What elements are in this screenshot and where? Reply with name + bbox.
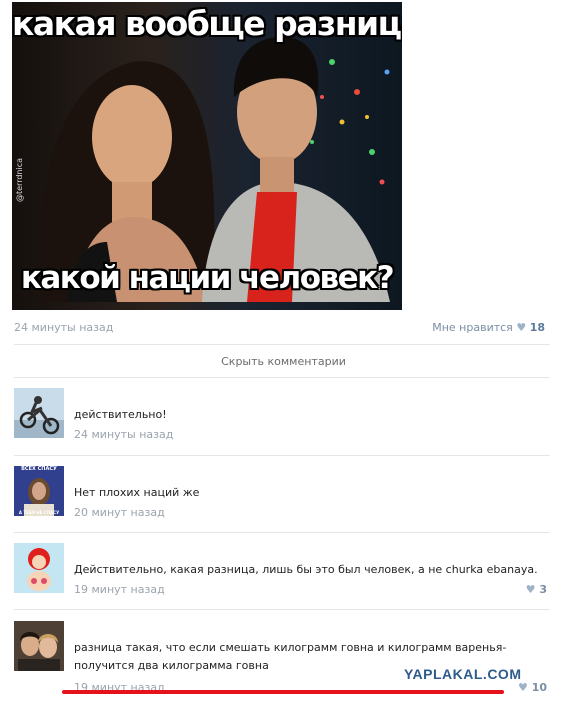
hide-comments-link[interactable]: Скрыть комментарии [0, 355, 567, 368]
avatar-caption-top: ВСЕХ СПАСУ [21, 466, 57, 472]
comment-avatar[interactable]: ВСЕХ СПАСУ А ТЕБЯ НЕ СПАСУ [14, 466, 64, 516]
heart-icon: ♥ [517, 681, 528, 694]
comment-text: действительно! [74, 408, 167, 421]
comment-timestamp[interactable]: 19 минут назад [74, 583, 165, 596]
post-like-button[interactable]: Мне нравится ♥ 18 [432, 321, 545, 334]
red-underline [62, 690, 504, 694]
site-watermark: YAPLAKAL.COM [404, 666, 522, 682]
post-timestamp[interactable]: 24 минуты назад [14, 321, 113, 334]
like-label: Мне нравится [432, 321, 513, 334]
divider [14, 344, 550, 345]
comment-like-count: 3 [539, 583, 547, 596]
meme-watermark: @terrdnica [15, 157, 24, 202]
comment-timestamp[interactable]: 24 минуты назад [74, 428, 173, 441]
comment-text-line1: разница такая, что если смешать килограм… [74, 641, 507, 654]
comment-text: Действительно, какая разница, лишь бы эт… [74, 563, 538, 576]
comment-timestamp[interactable]: 20 минут назад [74, 506, 165, 519]
comment-avatar[interactable] [14, 543, 64, 593]
motocross-icon [14, 388, 64, 438]
comment-text: Нет плохих наций же [74, 486, 200, 499]
comment-like-button[interactable]: ♥ 10 [518, 681, 547, 694]
comment-like-count: 10 [531, 681, 547, 694]
heart-icon: ♥ [525, 583, 536, 596]
comment-text-line2: получится два килограмма говна [74, 659, 269, 672]
cartoon-girl-icon [14, 543, 64, 593]
comment-avatar[interactable] [14, 388, 64, 438]
divider [14, 532, 550, 533]
jesus-image-icon [14, 466, 64, 516]
divider [14, 455, 550, 456]
avatar-caption-bottom: А ТЕБЯ НЕ СПАСУ [18, 510, 60, 515]
heart-icon: ♥ [516, 321, 527, 334]
like-count: 18 [529, 321, 545, 334]
comment-avatar[interactable] [14, 621, 64, 671]
meme-bottom-caption: какой нации человек? [20, 260, 395, 296]
divider [14, 377, 550, 378]
meme-top-caption: какая вообще разница [12, 4, 402, 43]
couple-photo-icon [14, 621, 64, 671]
post-meme-image[interactable]: какая вообще разница какой нации человек… [12, 2, 402, 310]
divider [14, 609, 550, 610]
comment-like-button[interactable]: ♥ 3 [526, 583, 547, 596]
